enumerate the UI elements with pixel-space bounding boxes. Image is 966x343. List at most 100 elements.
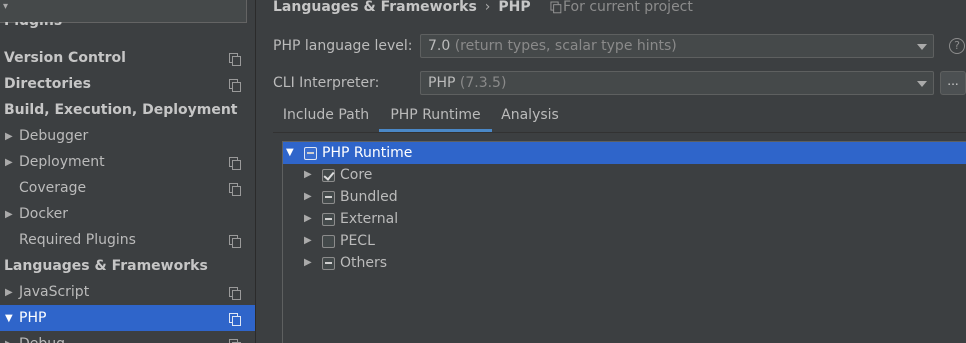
runtime-node-bundled[interactable]: ▶ Bundled	[283, 186, 966, 208]
cli-interpreter-select[interactable]: PHP (7.3.5)	[420, 71, 934, 95]
sidebar-item-directories[interactable]: Directories	[0, 71, 255, 97]
project-scope-icon-glyph	[229, 287, 241, 300]
runtime-node-label: External	[340, 211, 399, 227]
project-scope-icon	[550, 1, 562, 14]
language-level-select[interactable]: 7.0 (return types, scalar type hints)	[420, 34, 934, 58]
tab-include-path[interactable]: Include Path	[273, 101, 379, 132]
sidebar-item-label: Debug	[19, 331, 65, 343]
project-scope-icon	[229, 313, 241, 326]
cli-interpreter-label: CLI Interpreter:	[273, 75, 380, 91]
sidebar-item-label: Required Plugins	[19, 232, 136, 248]
project-scope-icon	[229, 183, 241, 196]
language-level-label: PHP language level:	[273, 38, 413, 54]
sidebar-item-deployment[interactable]: ▶ Deployment	[0, 149, 255, 175]
cli-interpreter-value: PHP	[428, 75, 456, 91]
collapsed-arrow-icon[interactable]: ▶	[304, 252, 312, 274]
tab-php-runtime[interactable]: PHP Runtime	[379, 101, 492, 132]
runtime-node-php-runtime[interactable]: ▼ PHP Runtime	[283, 142, 966, 164]
project-scope-icon-glyph	[229, 235, 241, 248]
sidebar-item-label: Directories	[4, 76, 91, 92]
collapsed-arrow-icon[interactable]: ▶	[5, 123, 13, 149]
collapsed-arrow-icon[interactable]: ▶	[304, 164, 312, 186]
sidebar-item-label: Coverage	[19, 180, 87, 196]
collapsed-arrow-icon[interactable]: ▶	[304, 208, 312, 230]
collapsed-arrow-icon[interactable]: ▶	[304, 186, 312, 208]
sidebar-item-plugins[interactable]: Plugins	[0, 22, 255, 38]
project-scope-icon-glyph	[229, 53, 241, 66]
runtime-node-label: PHP Runtime	[322, 145, 413, 161]
runtime-node-checkbox[interactable]	[322, 235, 335, 248]
cli-interpreter-browse-button[interactable]: ...	[940, 71, 966, 95]
runtime-node-pecl[interactable]: ▶ PECL	[283, 230, 966, 252]
runtime-node-external[interactable]: ▶ External	[283, 208, 966, 230]
project-scope-icon-glyph	[229, 183, 241, 196]
settings-sidebar: ▾ Plugins Version Control Directories Buil…	[0, 0, 256, 343]
project-scope-icon	[229, 53, 241, 66]
project-scope-icon	[229, 339, 241, 343]
sidebar-item-php[interactable]: ▼ PHP	[0, 305, 255, 331]
language-level-value: 7.0	[428, 38, 451, 54]
sidebar-item-version-control[interactable]: Version Control	[0, 45, 255, 71]
sidebar-item-label: Languages & Frameworks	[4, 258, 208, 274]
scope-note: For current project	[550, 0, 693, 17]
cli-interpreter-version: (7.3.5)	[459, 75, 507, 91]
runtime-node-label: Others	[340, 255, 388, 271]
help-icon[interactable]: ?	[949, 38, 965, 54]
runtime-node-checkbox[interactable]	[322, 169, 335, 182]
collapsed-arrow-icon[interactable]: ▶	[304, 230, 312, 252]
tabs-divider	[273, 132, 966, 133]
runtime-node-checkbox[interactable]	[322, 191, 335, 204]
sidebar-item-label: Docker	[19, 206, 69, 222]
settings-window: ▾ Plugins Version Control Directories Buil…	[0, 0, 966, 343]
search-history-icon[interactable]: ▾	[3, 1, 8, 12]
project-scope-icon-glyph	[229, 79, 241, 92]
dropdown-arrow-icon	[917, 81, 927, 87]
sidebar-item-label: Plugins	[4, 22, 62, 34]
runtime-node-checkbox[interactable]	[322, 213, 335, 226]
runtime-node-label: Bundled	[340, 189, 398, 205]
runtime-node-label: PECL	[340, 233, 375, 249]
runtime-node-checkbox[interactable]	[304, 147, 317, 160]
project-scope-icon	[229, 157, 241, 170]
collapsed-arrow-icon[interactable]: ▶	[5, 149, 13, 175]
sidebar-item-coverage[interactable]: Coverage	[0, 175, 255, 201]
project-scope-icon	[229, 235, 241, 248]
expanded-arrow-icon[interactable]: ▼	[5, 305, 13, 331]
project-scope-icon-glyph	[229, 339, 241, 343]
sidebar-item-docker[interactable]: ▶ Docker	[0, 201, 255, 227]
project-scope-icon-glyph	[229, 313, 241, 326]
runtime-node-others[interactable]: ▶ Others	[283, 252, 966, 274]
runtime-node-core[interactable]: ▶ Core	[283, 164, 966, 186]
sidebar-item-label: Debugger	[19, 128, 89, 144]
project-scope-icon-glyph	[229, 157, 241, 170]
project-scope-icon	[229, 79, 241, 92]
runtime-node-checkbox[interactable]	[322, 257, 335, 270]
breadcrumb: Languages & Frameworks › PHP	[273, 0, 531, 17]
sidebar-item-label: Deployment	[19, 154, 105, 170]
settings-search-input[interactable]: ▾	[0, 0, 247, 23]
sidebar-item-build-execution-deployment[interactable]: Build, Execution, Deployment	[0, 97, 255, 123]
breadcrumb-separator: ›	[484, 0, 491, 15]
sidebar-item-languages-frameworks[interactable]: Languages & Frameworks	[0, 253, 255, 279]
sidebar-item-debugger[interactable]: ▶ Debugger	[0, 123, 255, 149]
sidebar-item-required-plugins[interactable]: Required Plugins	[0, 227, 255, 253]
sidebar-item-label: JavaScript	[19, 284, 90, 300]
sidebar-item-label: Version Control	[4, 50, 126, 66]
collapsed-arrow-icon[interactable]: ▶	[5, 331, 13, 343]
language-level-hint: (return types, scalar type hints)	[454, 38, 677, 54]
collapsed-arrow-icon[interactable]: ▶	[5, 201, 13, 227]
tab-analysis[interactable]: Analysis	[492, 101, 568, 132]
expanded-arrow-icon[interactable]: ▼	[286, 142, 294, 164]
runtime-node-label: Core	[340, 167, 373, 183]
sidebar-item-label: PHP	[19, 310, 47, 326]
sidebar-item-javascript[interactable]: ▶ JavaScript	[0, 279, 255, 305]
dropdown-arrow-icon	[917, 44, 927, 50]
scope-note-text: For current project	[563, 0, 693, 15]
collapsed-arrow-icon[interactable]: ▶	[5, 279, 13, 305]
sidebar-item-label: Build, Execution, Deployment	[4, 102, 238, 118]
breadcrumb-current: PHP	[498, 0, 531, 15]
php-runtime-tree: ▼ PHP Runtime ▶ Core ▶ Bundled ▶ External ▶ PECL ▶…	[282, 141, 966, 343]
settings-content: Languages & Frameworks › PHP For current p…	[257, 0, 966, 343]
breadcrumb-parent[interactable]: Languages & Frameworks	[273, 0, 477, 15]
sidebar-item-debug[interactable]: ▶ Debug	[0, 331, 255, 343]
